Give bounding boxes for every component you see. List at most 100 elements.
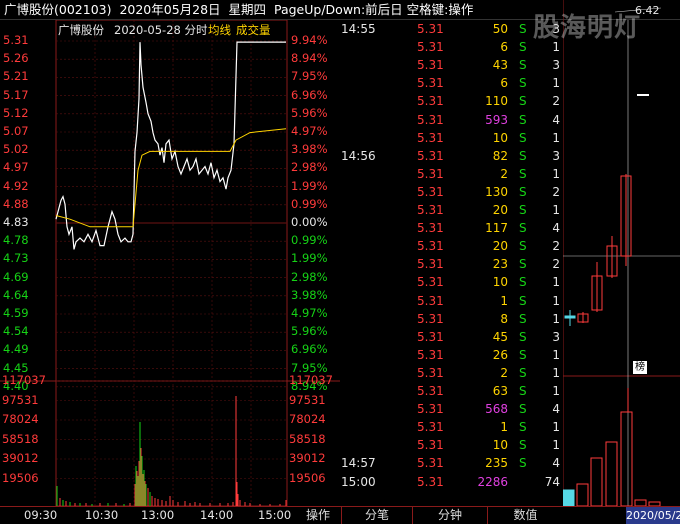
tick-price: 5.31 [417, 58, 444, 73]
tick-side: S [519, 148, 527, 163]
volume-tick: 19506 [2, 470, 39, 485]
tick-side: S [519, 184, 527, 199]
tick-row[interactable]: 5.31 20 S 1 [341, 201, 562, 219]
kline-panel[interactable]: 股海明灯 6.42 榜 [533, 0, 680, 524]
tick-row[interactable]: 5.31 6 S 1 [341, 38, 562, 56]
tick-row[interactable]: 5.31 20 S 2 [341, 237, 562, 255]
tick-count: 4 [552, 112, 560, 127]
tick-row[interactable]: 5.31 8 S 1 [341, 310, 562, 328]
percent-tick: 5.96% [291, 105, 328, 120]
tick-price: 5.31 [417, 257, 444, 272]
tab-minutes[interactable]: 分钟 [412, 507, 487, 524]
tick-row[interactable]: 5.31 1 S 1 [341, 292, 562, 310]
tick-price: 5.31 [417, 22, 444, 36]
tick-volume: 23 [492, 257, 508, 272]
kline-volume-bar [563, 489, 575, 507]
tick-count: 74 [544, 474, 560, 489]
tick-side: S [519, 166, 527, 181]
tick-count: 2 [552, 94, 560, 109]
tick-row[interactable]: 5.31 568 S 4 [341, 400, 562, 418]
percent-tick: 0.99% [291, 233, 328, 248]
tick-row[interactable]: 5.31 2 S 1 [341, 165, 562, 183]
tick-row[interactable]: 5.31 1 S 1 [341, 418, 562, 436]
tick-volume: 235 [485, 456, 508, 471]
tick-row[interactable]: 5.31 593 S 4 [341, 111, 562, 129]
stock-title: 广博股份(002103) [4, 2, 112, 17]
price-tick: 4.97 [3, 160, 29, 175]
tick-row[interactable]: 5.31 10 S 1 [341, 273, 562, 291]
volume-tick-right: 19506 [289, 470, 326, 485]
tick-count: 4 [552, 221, 560, 236]
percent-tick: 0.00% [291, 215, 328, 229]
tick-time: 14:57 [341, 456, 376, 471]
tick-side: S [519, 257, 527, 272]
tick-side: S [519, 384, 527, 398]
tick-row[interactable]: 5.31 26 S 1 [341, 346, 562, 364]
tick-row[interactable]: 5.31 23 S 2 [341, 255, 562, 273]
tick-row[interactable]: 5.31 110 S 2 [341, 92, 562, 110]
tick-volume: 45 [492, 329, 508, 344]
kline-volume-bar [605, 441, 618, 507]
volume-tick: 97531 [2, 392, 39, 407]
tick-row[interactable]: 5.31 6 S 1 [341, 74, 562, 92]
tick-count: 1 [552, 438, 560, 453]
time-axis: 09:30 10:30 13:00 14:00 15:00 [0, 506, 340, 524]
price-tick: 4.69 [3, 269, 29, 284]
intraday-chart[interactable]: 广博股份 2020-05-28 分时 均线 成交量 5.31 5.26 5.21 5.… [0, 20, 340, 506]
tick-count: 4 [552, 456, 560, 471]
tab-values[interactable]: 数值 [487, 507, 563, 524]
kline-svg[interactable] [563, 0, 680, 524]
tick-row[interactable]: 5.31 43 S 3 [341, 56, 562, 74]
tick-row[interactable]: 5.31 10 S 1 [341, 129, 562, 147]
tick-price: 5.31 [417, 76, 444, 91]
time-label: 13:00 [141, 508, 175, 522]
tick-row[interactable]: 5.31 2 S 1 [341, 364, 562, 382]
tick-side: S [519, 456, 527, 471]
tab-ticks[interactable]: 分笔 [341, 507, 412, 524]
price-tick: 4.88 [3, 196, 29, 211]
tick-row[interactable]: 5.31 63 S 1 [341, 382, 562, 400]
tick-list[interactable]: 14:55 5.31 50 S 3 5.31 6 S 1 5.31 43 S 3 5.31 6 S 1 5.31 1… [341, 20, 562, 506]
tick-volume: 10 [492, 438, 508, 453]
tick-row[interactable]: 14:57 5.31 235 S 4 [341, 454, 562, 472]
volume-tick-right: 78024 [289, 412, 326, 426]
tick-price: 5.31 [417, 456, 444, 471]
tick-row[interactable]: 15:00 5.31 2286 74 [341, 473, 562, 491]
tick-count: 1 [552, 311, 560, 326]
tick-row[interactable]: 5.31 10 S 1 [341, 436, 562, 454]
percent-tick: 2.98% [291, 269, 328, 284]
chart-date-label: 2020-05-28 分时 [114, 23, 208, 37]
tick-count: 1 [552, 293, 560, 308]
price-tick: 5.17 [3, 87, 29, 102]
tick-volume: 10 [492, 275, 508, 290]
tick-volume: 26 [492, 347, 508, 362]
tick-side: S [519, 438, 527, 453]
tick-volume: 1 [500, 420, 508, 435]
tick-row[interactable]: 5.31 130 S 2 [341, 183, 562, 201]
price-tick: 5.21 [3, 69, 29, 84]
time-label: 09:30 [24, 508, 58, 522]
percent-tick: 2.98% [291, 160, 328, 175]
kline-high-label: 6.42 [635, 4, 660, 17]
tick-row[interactable]: 14:56 5.31 82 S 3 [341, 147, 562, 165]
percent-tick: 3.98% [291, 142, 328, 157]
percent-tick: 4.97% [291, 124, 328, 138]
price-tick: 4.92 [3, 178, 29, 193]
tick-row[interactable]: 14:55 5.31 50 S 3 [341, 20, 562, 38]
price-tick: 4.83 [3, 215, 29, 229]
tick-volume: 2 [500, 166, 508, 181]
volume-tick-right: 58518 [289, 431, 326, 446]
volume-tick: 78024 [2, 412, 39, 426]
tick-volume: 8 [500, 311, 508, 326]
rank-badge[interactable]: 榜 [633, 361, 647, 374]
tick-volume: 568 [485, 402, 508, 417]
tick-count: 1 [552, 347, 560, 362]
tick-row[interactable]: 5.31 117 S 4 [341, 219, 562, 237]
price-line [55, 41, 286, 250]
tick-volume: 20 [492, 203, 508, 217]
tick-row[interactable]: 5.31 45 S 3 [341, 328, 562, 346]
tick-count: 2 [552, 239, 560, 254]
tick-count: 2 [552, 257, 560, 272]
title-hint: PageUp/Down:前后日 空格键:操作 [273, 2, 474, 17]
price-tick: 5.12 [3, 105, 29, 120]
